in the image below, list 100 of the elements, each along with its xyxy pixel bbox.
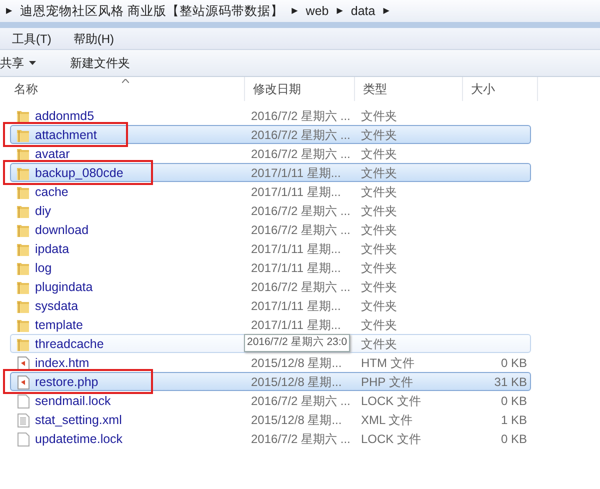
date-text: 2017/1/11 星期... — [251, 260, 341, 278]
file-name: diy — [35, 203, 51, 220]
type-text: 文件夹 — [361, 165, 397, 182]
breadcrumb-item[interactable]: 迪恩宠物社区风格 商业版【整站源码带数据】 — [20, 2, 284, 20]
type-text: HTM 文件 — [361, 355, 414, 372]
file-name: download — [35, 222, 89, 239]
file-row[interactable]: addonmd5 2016/7/2 星期六 ... 文件夹 — [10, 106, 531, 125]
type-text: 文件夹 — [361, 317, 397, 334]
size-text: 1 KB — [500, 413, 527, 428]
breadcrumb-item[interactable]: web — [306, 2, 329, 20]
file-row[interactable]: threadcache 2016/7/2 星期六 23:0 文件夹 — [10, 334, 531, 353]
file-name: backup_080cde — [35, 165, 124, 182]
tooltip: 2016/7/2 星期六 23:0 — [244, 334, 350, 352]
date-text: 2017/1/11 星期... — [251, 317, 341, 334]
breadcrumb-arrow[interactable]: ▶ — [336, 5, 343, 17]
breadcrumb-arrow[interactable]: ▶ — [383, 5, 390, 17]
type-text: 文件夹 — [361, 222, 397, 240]
toolbar-button[interactable]: 新建文件夹 — [70, 54, 130, 72]
date-text: 2017/1/11 星期... — [251, 298, 341, 316]
file-name: index.htm — [35, 355, 90, 372]
type-text: 文件夹 — [361, 146, 397, 164]
type-text: 文件夹 — [361, 241, 397, 258]
type-text: 文件夹 — [361, 127, 397, 144]
folder-icon — [16, 146, 30, 162]
file-row[interactable]: download 2016/7/2 星期六 ... 文件夹 — [10, 220, 531, 239]
date-text: 2016/7/2 星期六 ... — [251, 203, 350, 220]
folder-icon — [16, 128, 30, 143]
toolbar-button[interactable]: 共享 — [0, 54, 36, 72]
date-text: 2017/1/11 星期... — [251, 184, 341, 202]
date-text: 2016/7/2 星期六 ... — [251, 127, 350, 144]
date-text: 2016/7/2 星期六 ... — [251, 146, 350, 164]
file-row[interactable]: plugindata 2016/7/2 星期六 ... 文件夹 — [10, 277, 531, 296]
breadcrumb-arrow[interactable]: ▶ — [6, 5, 12, 17]
file-row[interactable]: cache 2017/1/11 星期... 文件夹 — [10, 182, 531, 201]
type-text: PHP 文件 — [361, 374, 413, 392]
file-name: sendmail.lock — [35, 393, 111, 410]
file-name: restore.php — [35, 374, 98, 391]
column-header[interactable]: 修改日期 — [245, 77, 355, 101]
folder-icon — [16, 280, 30, 295]
date-text: 2017/1/11 星期... — [251, 241, 341, 258]
type-text: LOCK 文件 — [361, 431, 422, 448]
file-name: threadcache — [35, 336, 104, 353]
folder-icon — [16, 166, 30, 181]
folder-icon — [16, 108, 30, 124]
date-text: 2016/7/2 星期六 ... — [251, 431, 350, 448]
blank-file-icon — [16, 432, 30, 447]
size-text: 0 KB — [500, 394, 527, 408]
file-name: ipdata — [35, 241, 70, 258]
folder-icon — [16, 336, 30, 352]
file-name: plugindata — [35, 279, 93, 296]
file-row[interactable]: template 2017/1/11 星期... 文件夹 — [10, 315, 531, 334]
file-name: attachment — [35, 127, 97, 144]
text-file-icon — [16, 412, 30, 428]
file-row[interactable]: avatar 2016/7/2 星期六 ... 文件夹 — [10, 144, 531, 163]
folder-icon — [16, 184, 30, 200]
blank-file-icon — [16, 394, 30, 409]
folder-icon — [16, 298, 30, 314]
file-row[interactable]: index.htm 2015/12/8 星期... HTM 文件 0 KB — [10, 353, 531, 372]
breadcrumb-arrow[interactable]: ▶ — [292, 5, 298, 17]
type-text: 文件夹 — [361, 298, 397, 316]
document-icon — [16, 356, 30, 371]
file-name: template — [35, 317, 83, 334]
caret-icon — [29, 61, 36, 65]
breadcrumb-item[interactable]: data — [350, 2, 376, 20]
size-text: 0 KB — [500, 432, 527, 446]
folder-icon — [16, 222, 30, 238]
folder-icon — [16, 204, 30, 219]
folder-icon — [16, 242, 30, 257]
file-name: avatar — [35, 146, 70, 163]
column-header[interactable]: 名称 — [0, 77, 245, 101]
folder-icon — [16, 260, 30, 276]
date-text: 2016/7/2 星期六 ... — [251, 393, 350, 410]
type-text: 文件夹 — [361, 108, 397, 126]
file-name: sysdata — [35, 298, 78, 315]
folder-icon — [16, 318, 30, 333]
file-row[interactable]: ipdata 2017/1/11 星期... 文件夹 — [10, 239, 531, 258]
file-row[interactable]: log 2017/1/11 星期... 文件夹 — [10, 258, 531, 277]
date-text: 2016/7/2 星期六 ... — [251, 279, 350, 296]
file-row[interactable]: updatetime.lock 2016/7/2 星期六 ... LOCK 文件 0 KB — [10, 429, 531, 448]
size-text: 31 KB — [494, 375, 527, 390]
type-text: 文件夹 — [361, 203, 397, 220]
type-text: 文件夹 — [361, 260, 397, 278]
document-icon — [16, 374, 30, 390]
column-header[interactable]: 大小 — [463, 77, 538, 101]
type-text: 文件夹 — [361, 184, 397, 202]
size-text: 0 KB — [500, 356, 527, 370]
menu-item[interactable]: 工具(T) — [12, 30, 52, 48]
file-name: stat_setting.xml — [35, 412, 122, 429]
column-header[interactable]: 类型 — [355, 77, 463, 101]
file-row[interactable]: sendmail.lock 2016/7/2 星期六 ... LOCK 文件 0 KB — [10, 391, 531, 410]
file-name: cache — [35, 184, 68, 201]
file-row[interactable]: diy 2016/7/2 星期六 ... 文件夹 — [10, 201, 531, 220]
date-text: 2016/7/2 星期六 ... — [251, 108, 350, 126]
type-text: XML 文件 — [361, 412, 413, 430]
file-name: updatetime.lock — [35, 431, 123, 448]
menu-item[interactable]: 帮助(H) — [73, 30, 114, 48]
file-row[interactable]: sysdata 2017/1/11 星期... 文件夹 — [10, 296, 531, 315]
address-bar[interactable]: ▶ 迪恩宠物社区风格 商业版【整站源码带数据】 ▶ web ▶ data ▶ — [0, 0, 600, 22]
file-row[interactable]: stat_setting.xml 2015/12/8 星期... XML 文件 1 KB — [10, 410, 531, 429]
date-text: 2017/1/11 星期... — [251, 165, 341, 182]
